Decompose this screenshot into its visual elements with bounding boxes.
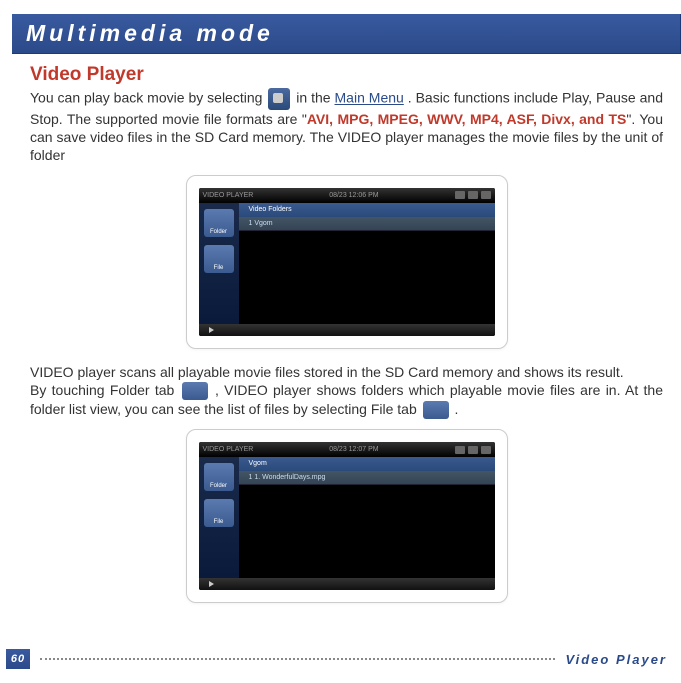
p1-part-b: in the <box>296 90 334 106</box>
video-player-icon <box>268 88 290 110</box>
file-tab-icon <box>423 401 449 419</box>
page-number-badge: 60 <box>6 649 30 669</box>
ss1-file-tab: File <box>204 245 234 273</box>
ss1-time: 08/23 12:06 PM <box>329 192 378 199</box>
play-icon <box>209 581 214 587</box>
ss1-status-icons <box>455 191 491 199</box>
p3-part-a: By touching Folder tab <box>30 382 180 398</box>
sd-card-icon <box>455 191 465 199</box>
screenshot-2-frame: VIDEO PLAYER 08/23 12:07 PM Folder File … <box>186 429 508 603</box>
page-footer: 60 Video Player <box>0 649 681 669</box>
ss2-sidebar: Folder File <box>199 457 239 578</box>
paragraph-2: VIDEO player scans all playable movie fi… <box>30 363 663 381</box>
ss1-folder-tab: Folder <box>204 209 234 237</box>
speaker-icon <box>468 446 478 454</box>
footer-divider <box>40 658 555 660</box>
ss2-bottom-bar <box>199 578 495 590</box>
ss1-row-1: 1 Vgom <box>199 217 495 231</box>
ss2-topbar: VIDEO PLAYER 08/23 12:07 PM <box>199 442 495 457</box>
p1-part-a: You can play back movie by selecting <box>30 90 266 106</box>
ss2-status-icons <box>455 446 491 454</box>
ss1-sidebar: Folder File <box>199 203 239 324</box>
play-icon <box>209 327 214 333</box>
supported-formats: AVI, MPG, MPEG, WWV, MP4, ASF, Divx, and… <box>307 111 627 127</box>
ss2-time: 08/23 12:07 PM <box>329 446 378 453</box>
ss2-row-1: 1 1. WonderfulDays.mpg <box>199 471 495 485</box>
ss1-topbar: VIDEO PLAYER 08/23 12:06 PM <box>199 188 495 203</box>
ss1-list-header: Video Folders <box>199 203 495 217</box>
ss1-title: VIDEO PLAYER <box>203 192 254 199</box>
paragraph-1: You can play back movie by selecting in … <box>30 88 663 165</box>
paragraph-3: By touching Folder tab , VIDEO player sh… <box>30 381 663 420</box>
content-area: Video Player You can play back movie by … <box>0 62 681 603</box>
page-header: Multimedia mode <box>12 14 681 54</box>
p3-part-c: . <box>455 401 459 417</box>
footer-section-label: Video Player <box>565 652 667 667</box>
close-icon <box>481 191 491 199</box>
speaker-icon <box>468 191 478 199</box>
sd-card-icon <box>455 446 465 454</box>
ss2-file-tab: File <box>204 499 234 527</box>
ss2-folder-tab: Folder <box>204 463 234 491</box>
screenshot-1: VIDEO PLAYER 08/23 12:06 PM Folder File … <box>199 188 495 336</box>
section-title: Video Player <box>30 64 663 86</box>
page-header-title: Multimedia mode <box>26 20 666 47</box>
close-icon <box>481 446 491 454</box>
ss2-list-header: Vgom <box>199 457 495 471</box>
main-menu-link: Main Menu <box>335 90 404 106</box>
folder-tab-icon <box>182 382 208 400</box>
screenshot-2: VIDEO PLAYER 08/23 12:07 PM Folder File … <box>199 442 495 590</box>
ss2-title: VIDEO PLAYER <box>203 446 254 453</box>
ss1-bottom-bar <box>199 324 495 336</box>
screenshot-1-frame: VIDEO PLAYER 08/23 12:06 PM Folder File … <box>186 175 508 349</box>
